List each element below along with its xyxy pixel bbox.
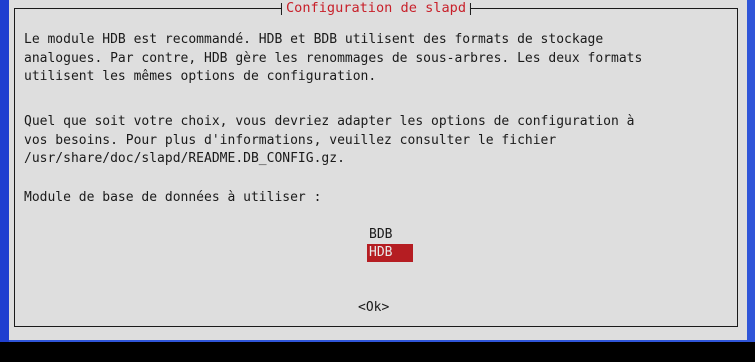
option-hdb[interactable]: HDB — [367, 244, 413, 262]
database-module-list: BDB HDB — [367, 226, 413, 262]
terminal-bottom-bar — [0, 342, 755, 362]
advice-paragraph: Quel que soit votre choix, vous devriez … — [24, 114, 635, 167]
description-paragraph: Le module HDB est recommandé. HDB et BDB… — [24, 32, 643, 85]
configuration-dialog: Configuration de slapd Le module HDB est… — [9, 0, 747, 340]
ok-button[interactable]: <Ok> — [358, 299, 389, 317]
option-bdb[interactable]: BDB — [367, 226, 413, 244]
dialog-title: Configuration de slapd — [280, 0, 472, 17]
database-module-prompt: Module de base de données à utiliser : — [24, 190, 322, 205]
dialog-frame: Configuration de slapd Le module HDB est… — [14, 0, 738, 327]
left-edge-stripe — [0, 0, 9, 342]
